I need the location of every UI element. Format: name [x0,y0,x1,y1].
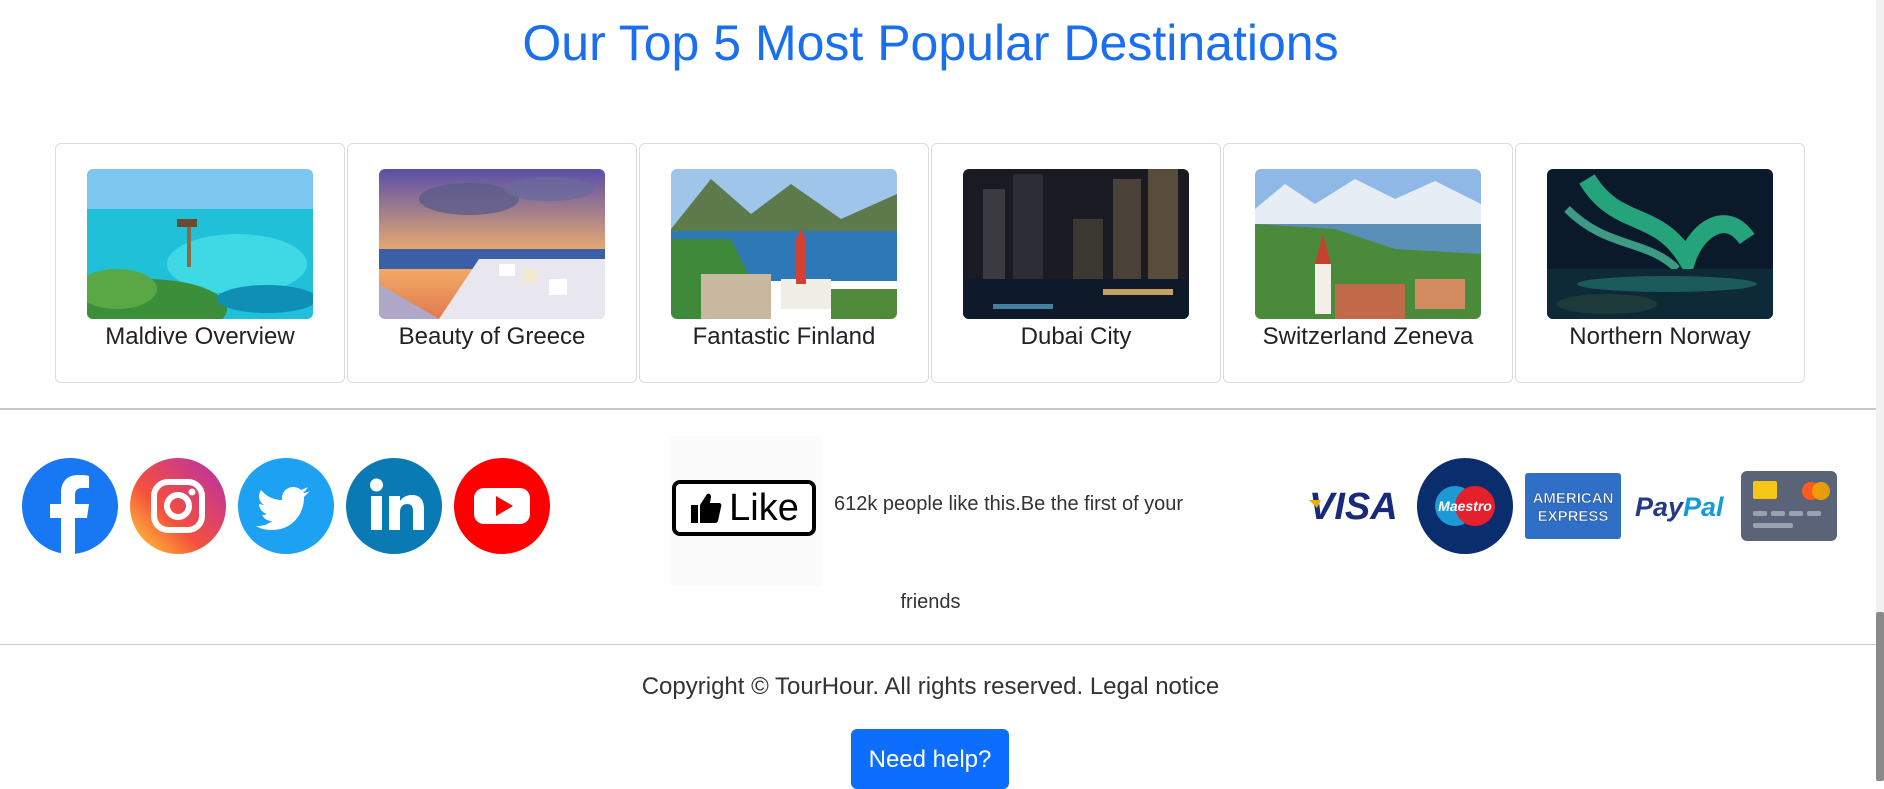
destination-card-norway[interactable]: Northern Norway [1515,143,1805,383]
destination-cards: Maldive Overview Beauty of Greece Fantas… [55,143,1807,383]
svg-text:EXPRESS: EXPRESS [1538,508,1609,525]
scrollbar-thumb[interactable] [1876,612,1884,781]
thumbs-up-icon [691,493,722,523]
svg-text:Pay: Pay [1635,492,1685,522]
youtube-icon[interactable] [454,458,550,554]
divider [0,644,1876,645]
destination-label[interactable]: Northern Norway [1569,323,1750,351]
section-title: Our Top 5 Most Popular Destinations [522,15,1339,71]
linkedin-icon[interactable] [346,458,442,554]
svg-text:Maestro: Maestro [1438,498,1492,514]
destination-card-dubai[interactable]: Dubai City [931,143,1221,383]
destination-card-greece[interactable]: Beauty of Greece [347,143,637,383]
maestro-icon: Maestro [1417,458,1513,559]
like-label: Like [729,486,799,529]
greece-image [379,169,605,319]
norway-image [1547,169,1773,319]
credit-card-icon [1741,471,1837,546]
visa-icon: VISA [1307,486,1405,531]
svg-text:VISA: VISA [1309,486,1398,526]
instagram-icon[interactable] [130,458,226,554]
payment-methods: VISA Maestro AMERICAN EXPRESS Pay Pal [1307,458,1849,559]
like-button[interactable]: Like [672,480,816,536]
copyright-text: Copyright © TourHour. All rights reserve… [641,673,1220,700]
scrollbar[interactable] [1876,0,1884,781]
american-express-icon: AMERICAN EXPRESS [1525,473,1621,544]
destination-label[interactable]: Maldive Overview [105,323,294,351]
destination-label[interactable]: Dubai City [1021,323,1132,351]
destination-label[interactable]: Fantastic Finland [693,323,876,351]
dubai-image [963,169,1189,319]
svg-text:Pal: Pal [1683,492,1724,522]
need-help-button[interactable]: Need help? [851,729,1009,789]
destination-card-switzerland[interactable]: Switzerland Zeneva [1223,143,1513,383]
switzerland-image [1255,169,1481,319]
social-links [22,458,562,554]
destination-card-maldives[interactable]: Maldive Overview [55,143,345,383]
destination-label[interactable]: Beauty of Greece [399,323,586,351]
paypal-icon: Pay Pal [1633,486,1729,531]
maldives-image [87,169,313,319]
facebook-like-widget: Like [670,436,822,586]
destination-label[interactable]: Switzerland Zeneva [1263,323,1474,351]
like-count-text: 612k people like this.Be the first of yo… [834,493,1184,515]
destination-card-finland[interactable]: Fantastic Finland [639,143,929,383]
svg-text:AMERICAN: AMERICAN [1533,490,1614,507]
twitter-icon[interactable] [238,458,334,554]
divider [0,408,1876,410]
facebook-icon[interactable] [22,458,118,554]
finland-image [671,169,897,319]
like-count-text-continued: friends [900,591,961,613]
